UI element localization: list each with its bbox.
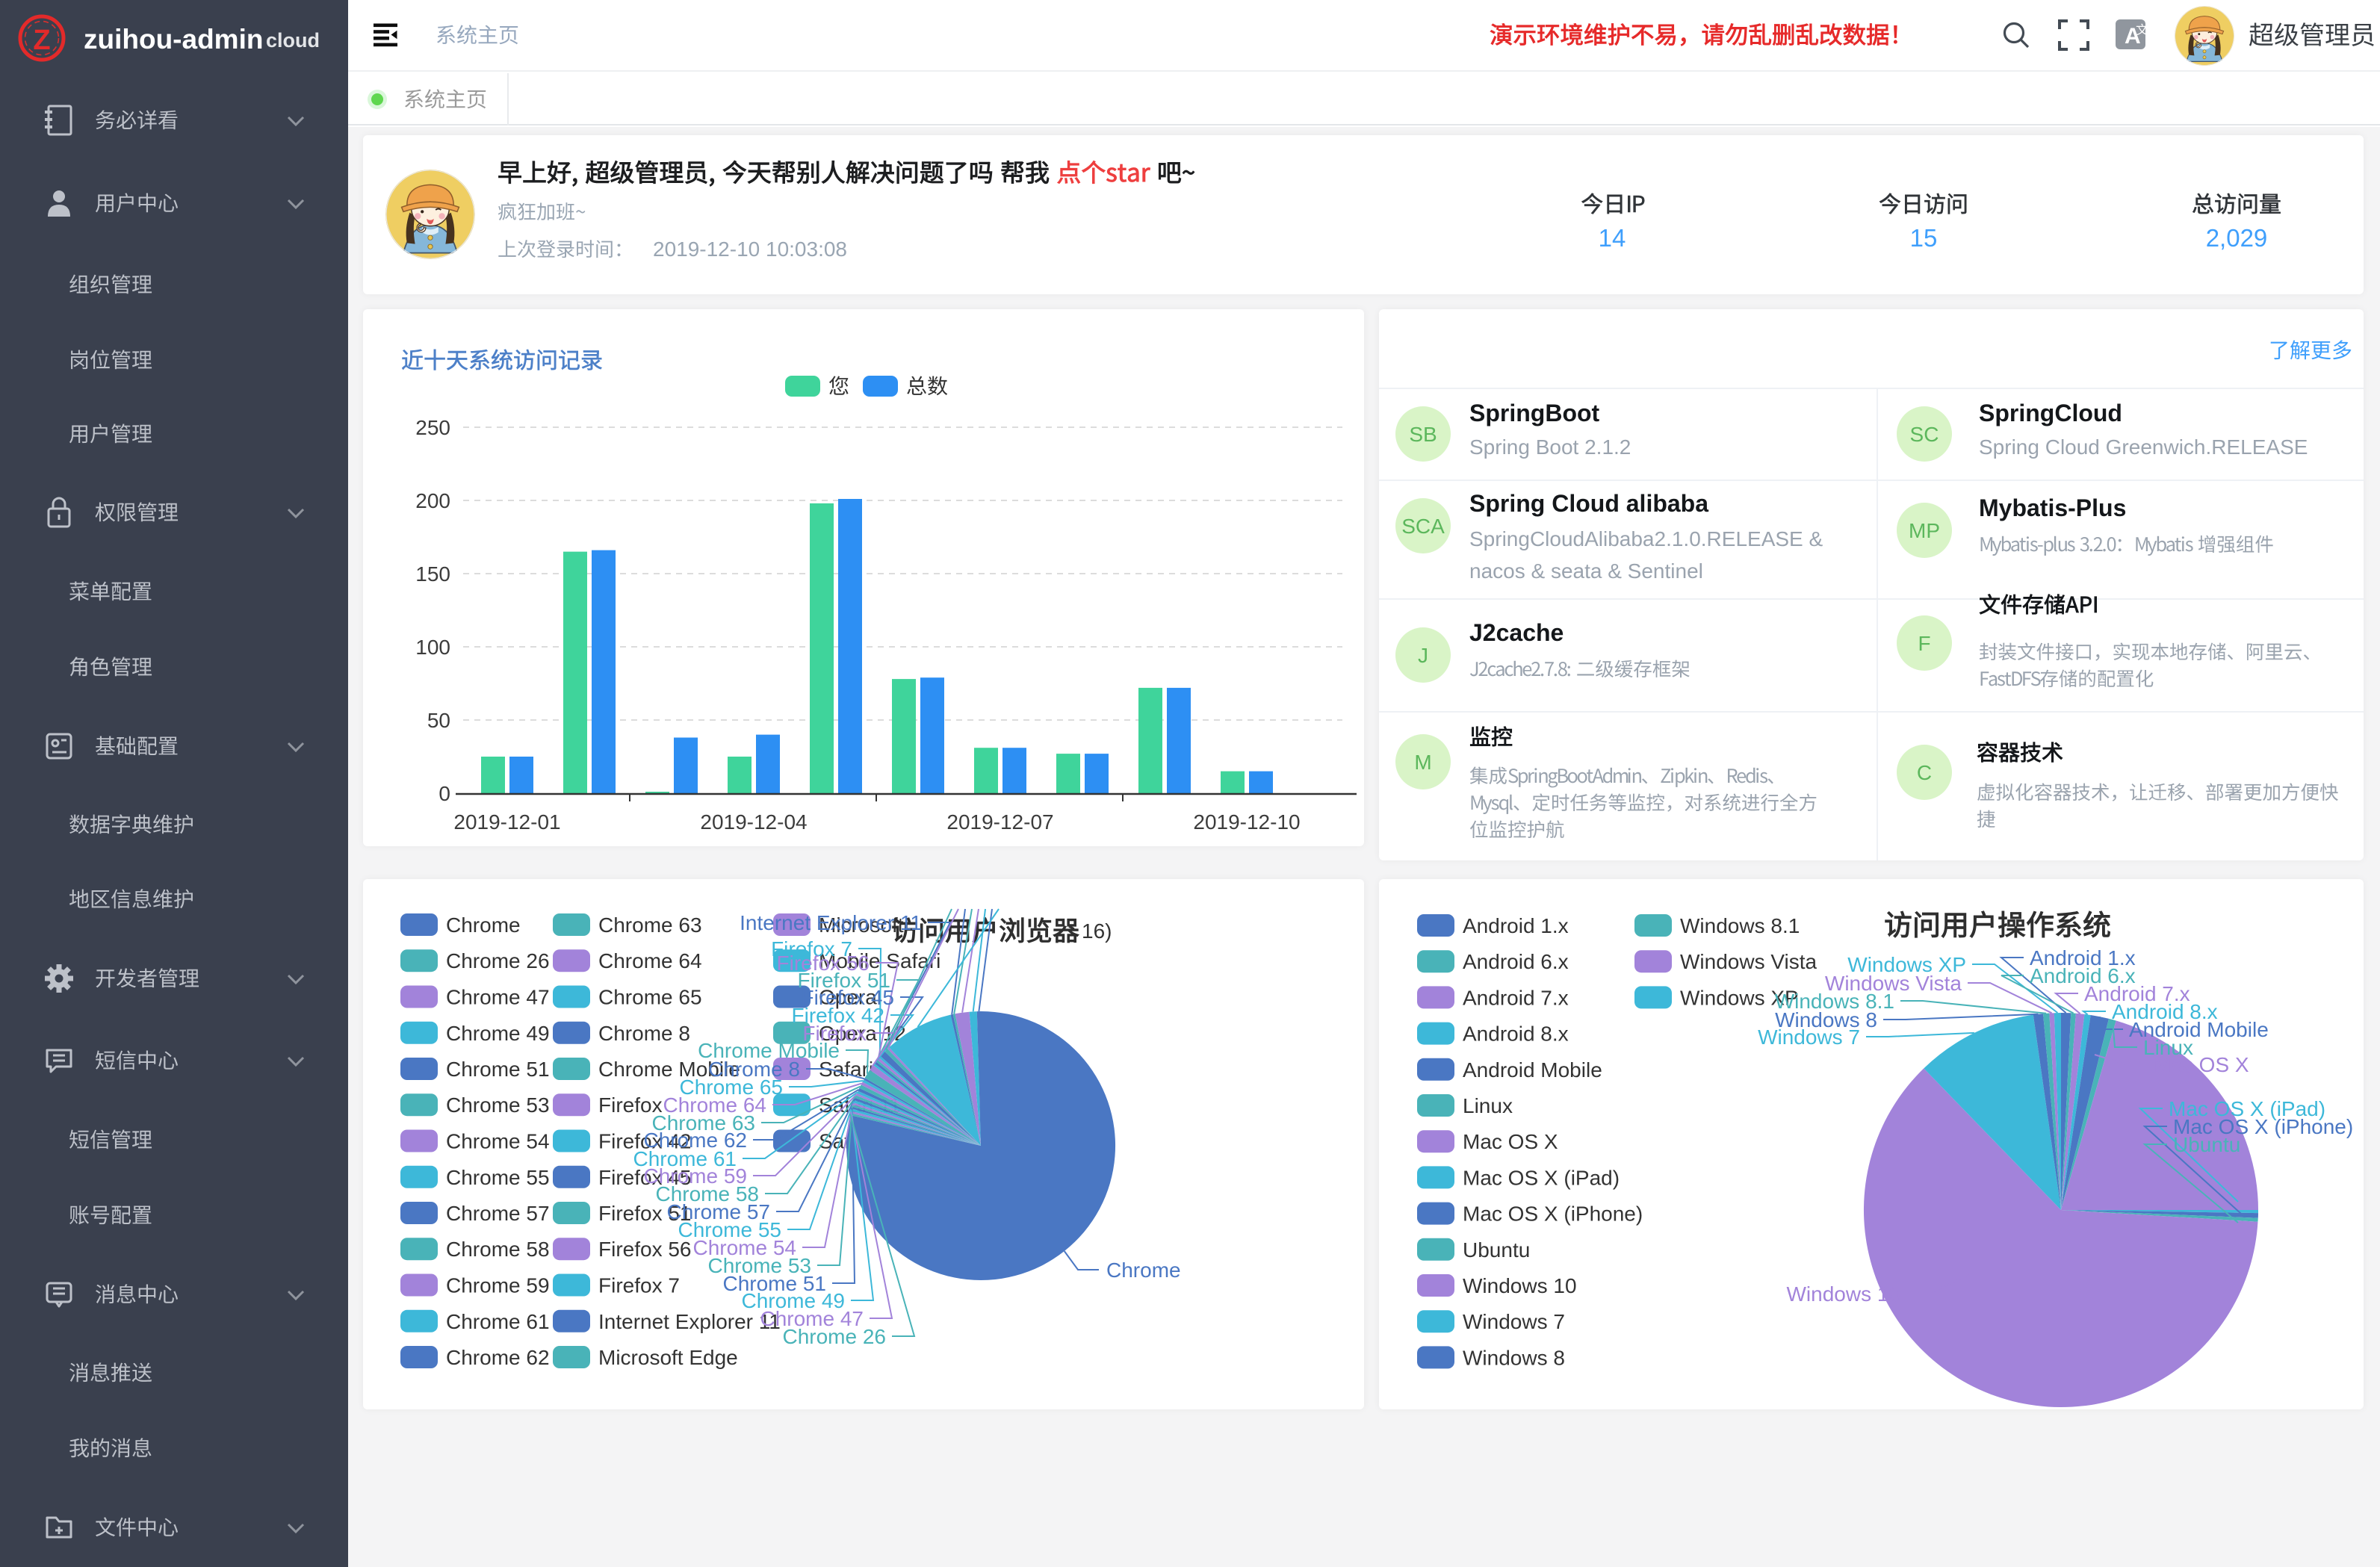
svg-text:SCA: SCA: [1401, 515, 1445, 538]
svg-text:Chrome 8: Chrome 8: [598, 1022, 690, 1045]
svg-text:Linux: Linux: [1463, 1094, 1513, 1117]
svg-text:0: 0: [438, 782, 450, 805]
svg-text:Firefox 7: Firefox 7: [598, 1274, 680, 1297]
svg-text:Z: Z: [33, 25, 50, 56]
svg-text:Chrome 26: Chrome 26: [446, 949, 550, 972]
svg-text:Chrome 61: Chrome 61: [446, 1310, 550, 1333]
svg-text:Windows Vista: Windows Vista: [1680, 950, 1817, 973]
svg-text:cloud: cloud: [266, 29, 320, 52]
svg-text:F: F: [1918, 632, 1930, 655]
svg-text:2019-12-04: 2019-12-04: [700, 810, 807, 834]
svg-text:100: 100: [415, 636, 450, 659]
svg-text:Internet Explorer 11: Internet Explorer 11: [598, 1310, 781, 1333]
svg-text:Android 8.x: Android 8.x: [1463, 1023, 1569, 1046]
svg-text:Chrome 59: Chrome 59: [446, 1274, 550, 1297]
svg-text:15: 15: [1910, 224, 1938, 252]
svg-text:MP: MP: [1909, 519, 1940, 542]
svg-text:Spring Boot 2.1.2: Spring Boot 2.1.2: [1469, 435, 1631, 459]
svg-text:Windows 10: Windows 10: [1463, 1274, 1577, 1297]
svg-text:Android 6.x: Android 6.x: [1463, 950, 1569, 973]
svg-text:Windows 8: Windows 8: [1463, 1346, 1565, 1369]
svg-text:Mac OS X: Mac OS X: [2154, 1053, 2249, 1076]
svg-text:SpringCloudAlibaba2.1.0.RELEAS: SpringCloudAlibaba2.1.0.RELEASE &: [1469, 527, 1823, 550]
svg-text:Chrome 65: Chrome 65: [598, 986, 702, 1009]
svg-text:Windows 10: Windows 10: [1786, 1282, 1900, 1306]
svg-text:Chrome 64: Chrome 64: [598, 949, 702, 972]
svg-text:Chrome: Chrome: [1106, 1259, 1181, 1282]
svg-text:50: 50: [427, 709, 450, 732]
svg-text:150: 150: [415, 562, 450, 586]
svg-text:C: C: [1917, 761, 1932, 784]
svg-text:SpringBoot: SpringBoot: [1469, 400, 1600, 426]
svg-text:SB: SB: [1409, 423, 1437, 446]
svg-text:Windows 7: Windows 7: [1463, 1310, 1565, 1333]
svg-text:Chrome 47: Chrome 47: [446, 986, 550, 1009]
svg-text:Android 7.x: Android 7.x: [1463, 986, 1569, 1009]
svg-text:14: 14: [1599, 224, 1626, 252]
svg-text:Ubuntu: Ubuntu: [2173, 1133, 2240, 1156]
svg-text:Chrome 63: Chrome 63: [598, 913, 702, 937]
svg-text:Chrome 51: Chrome 51: [446, 1058, 550, 1081]
svg-text:Chrome 57: Chrome 57: [446, 1202, 550, 1225]
svg-text:Chrome 54: Chrome 54: [446, 1130, 550, 1153]
svg-text:J2cache: J2cache: [1469, 619, 1564, 646]
svg-text:SpringCloud: SpringCloud: [1979, 400, 2122, 426]
svg-text:Mybatis-Plus: Mybatis-Plus: [1979, 494, 2126, 521]
svg-text:Chrome 26: Chrome 26: [782, 1325, 886, 1348]
svg-text:Windows 8.1: Windows 8.1: [1680, 914, 1800, 937]
svg-text:J: J: [1418, 644, 1428, 667]
svg-text:Chrome 49: Chrome 49: [446, 1022, 550, 1045]
svg-text:Internet Explorer 11: Internet Explorer 11: [740, 911, 922, 934]
svg-text:2019-12-01: 2019-12-01: [453, 810, 560, 834]
svg-text:A: A: [2125, 24, 2141, 49]
svg-text:Spring Cloud alibaba: Spring Cloud alibaba: [1469, 490, 1708, 517]
svg-text:250: 250: [415, 416, 450, 439]
svg-text:M: M: [1414, 751, 1431, 774]
svg-text:zuihou-admin: zuihou-admin: [84, 24, 263, 55]
svg-text:Windows 7: Windows 7: [1758, 1025, 1860, 1049]
svg-text:2019-12-10 10:03:08: 2019-12-10 10:03:08: [653, 238, 847, 261]
svg-text:2019-12-07: 2019-12-07: [946, 810, 1053, 834]
svg-text:Android 1.x: Android 1.x: [1463, 914, 1569, 937]
svg-text:Chrome 62: Chrome 62: [446, 1346, 550, 1369]
svg-text:16): 16): [1082, 919, 1112, 943]
svg-text:SC: SC: [1910, 423, 1939, 446]
svg-text:Mac OS X (iPad): Mac OS X (iPad): [1463, 1166, 1620, 1189]
svg-text:Mac OS X (iPhone): Mac OS X (iPhone): [1463, 1203, 1643, 1226]
svg-text:Chrome 55: Chrome 55: [446, 1166, 550, 1189]
svg-text:Chrome 58: Chrome 58: [446, 1238, 550, 1261]
svg-text:Android Mobile: Android Mobile: [1463, 1058, 1602, 1082]
svg-text:2019-12-10: 2019-12-10: [1193, 810, 1300, 834]
svg-text:Chrome: Chrome: [446, 913, 521, 937]
svg-text:2,029: 2,029: [2206, 224, 2268, 252]
svg-text:Microsoft Edge: Microsoft Edge: [598, 1346, 738, 1369]
svg-text:Spring Cloud Greenwich.RELEASE: Spring Cloud Greenwich.RELEASE: [1979, 435, 2308, 459]
svg-text:nacos & seata & Sentinel: nacos & seata & Sentinel: [1469, 559, 1703, 583]
svg-text:Chrome 53: Chrome 53: [446, 1093, 550, 1117]
svg-text:Mac OS X: Mac OS X: [1463, 1130, 1558, 1153]
svg-text:200: 200: [415, 489, 450, 512]
svg-text:Ubuntu: Ubuntu: [1463, 1238, 1530, 1262]
